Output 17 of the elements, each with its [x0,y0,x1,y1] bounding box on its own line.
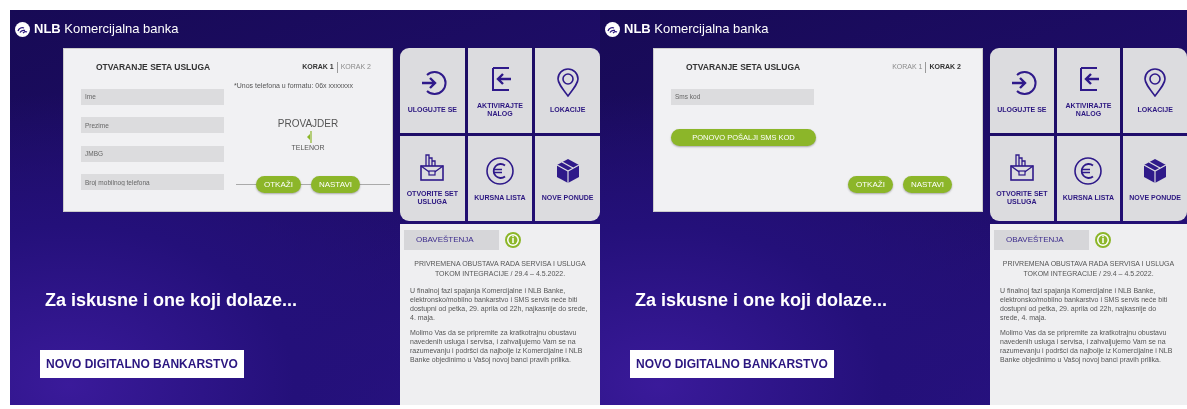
bank-name: NLB Komercijalna banka [34,20,179,39]
notice-tab[interactable]: OBAVEŠTENJA [404,230,499,250]
form-title: OTVARANJE SETA USLUGA [686,61,802,74]
provider-label: PROVAJDER [277,117,339,131]
promo-label: NOVO DIGITALNO BANKARSTVO [630,350,834,378]
tagline: Za iskusne i one koji dolaze... [45,289,299,312]
promo-label: NOVO DIGITALNO BANKARSTVO [40,350,244,378]
bank-logo-icon [605,21,620,37]
info-icon [505,232,521,248]
bank-name: NLB Komercijalna banka [624,20,769,39]
euro-coin-icon [1073,155,1104,186]
form-title: OTVARANJE SETA USLUGA [96,61,212,74]
bank-logo-icon [15,21,30,37]
info-icon [1095,232,1111,248]
euro-coin-icon [485,155,515,186]
notice-tab[interactable]: OBAVEŠTENJA [994,230,1089,250]
tagline: Za iskusne i one koji dolaze... [635,289,889,312]
